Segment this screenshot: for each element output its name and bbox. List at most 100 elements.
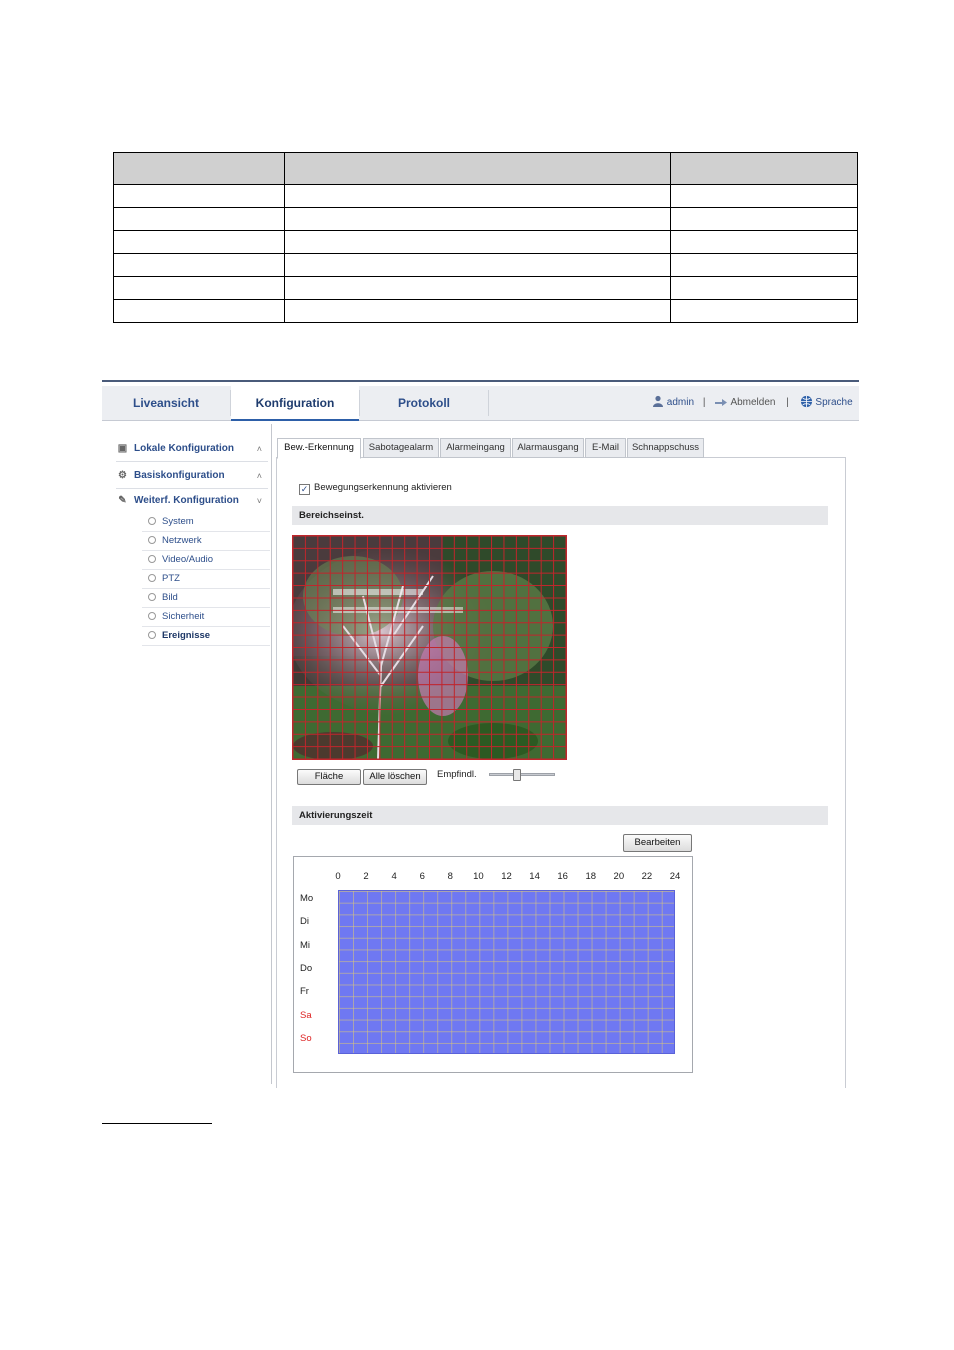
table-cell (670, 253, 858, 277)
sidebar-item-network[interactable]: Netzwerk (142, 531, 270, 551)
edit-button[interactable]: Bearbeiten (623, 834, 692, 852)
table-cell (670, 276, 858, 300)
monitor-icon: ▣ (117, 443, 128, 454)
sidebar-item-basic-config[interactable]: ⚙ Basiskonfiguration ˄ (116, 464, 268, 489)
table-row (113, 207, 858, 231)
nav-divider (488, 390, 489, 416)
tab-liveansicht[interactable]: Liveansicht (102, 386, 230, 420)
bullet-icon (148, 574, 156, 583)
sidebar-item-ptz[interactable]: PTZ (142, 569, 270, 589)
table-cell (284, 184, 671, 208)
username[interactable]: admin (667, 397, 694, 408)
sidebar-item-security[interactable]: Sicherheit (142, 607, 270, 627)
table-cell (113, 207, 285, 231)
sidebar-item-label: Lokale Konfiguration (134, 443, 234, 454)
table-header-row (113, 152, 858, 185)
table-cell (113, 230, 285, 254)
hour-label: 2 (363, 871, 369, 882)
sidebar-item-image[interactable]: Bild (142, 588, 270, 608)
table-header-cell (670, 152, 858, 185)
hour-label: 22 (641, 871, 653, 882)
language-link[interactable]: Sprache (815, 397, 852, 408)
activation-time-header: Aktivierungszeit (292, 806, 828, 825)
camera-config-ui: Liveansicht Konfiguration Protokoll admi… (102, 380, 859, 1088)
sidebar-item-system[interactable]: System (142, 512, 270, 532)
table-cell (284, 299, 671, 323)
bullet-icon (148, 631, 156, 640)
table-cell (670, 207, 858, 231)
bullet-icon (148, 517, 156, 526)
bullet-icon (148, 536, 156, 545)
sidebar-item-label: Sicherheit (162, 611, 205, 622)
table-cell (284, 276, 671, 300)
sidebar-item-label: System (162, 516, 194, 527)
sidebar-item-label: Bild (162, 592, 178, 603)
subtab-alarm-output[interactable]: Alarmausgang (512, 438, 584, 458)
sidebar-item-label: Netzwerk (162, 535, 202, 546)
day-label: Do (300, 962, 313, 974)
bullet-icon (148, 555, 156, 564)
area-button[interactable]: Fläche (297, 769, 361, 785)
subtab-alarm-input[interactable]: Alarmeingang (440, 438, 511, 458)
sensitivity-label: Empfindl. (437, 769, 477, 780)
sidebar-item-advanced-config[interactable]: ✎ Weiterf. Konfiguration ˅ (116, 489, 268, 513)
table-row (113, 230, 858, 254)
gear-icon: ⚙ (118, 470, 127, 481)
table-header-cell (113, 152, 285, 185)
chevron-up-icon: ˄ (256, 471, 262, 481)
table-cell (670, 299, 858, 323)
sidebar-divider (271, 424, 272, 1084)
subtab-motion-detection[interactable]: Bew.-Erkennung (277, 438, 361, 459)
slider-thumb[interactable] (513, 769, 521, 781)
day-label: So (300, 1032, 312, 1044)
slider-track (489, 773, 555, 776)
sensitivity-slider[interactable] (489, 769, 555, 781)
table-row (113, 184, 858, 208)
day-label: Sa (300, 1009, 312, 1021)
table-row (113, 253, 858, 277)
table-cell (113, 184, 285, 208)
schedule-grid[interactable] (338, 890, 675, 1054)
top-border (102, 380, 859, 382)
table-row (113, 299, 858, 323)
table-cell (670, 230, 858, 254)
hour-label: 4 (391, 871, 397, 882)
camera-preview-image (293, 536, 566, 759)
camera-preview[interactable] (292, 535, 567, 760)
hour-label: 14 (529, 871, 540, 882)
tab-konfiguration[interactable]: Konfiguration (231, 386, 359, 421)
table-cell (113, 253, 285, 277)
sidebar-item-label: PTZ (162, 573, 180, 584)
sidebar-item-local-config[interactable]: ▣ Lokale Konfiguration ˄ (116, 437, 268, 462)
tab-protokoll[interactable]: Protokoll (360, 386, 488, 420)
hour-label: 24 (669, 871, 681, 882)
user-icon (653, 395, 663, 407)
sidebar-item-label: Video/Audio (162, 554, 214, 565)
motion-enable-checkbox[interactable]: ✓ (299, 484, 310, 495)
area-settings-header: Bereichseinst. (292, 506, 828, 525)
hour-label: 16 (557, 871, 568, 882)
sidebar-item-label: Basiskonfiguration (134, 470, 225, 481)
footnote-separator (102, 1123, 212, 1124)
hour-label: 8 (447, 871, 453, 882)
schedule-panel: 0 2 4 6 8 10 12 14 16 18 20 22 24 Mo Di Mi Do Fr Sa So (293, 856, 693, 1073)
day-label: Mo (300, 893, 314, 904)
table-cell (284, 253, 671, 277)
hour-label: 6 (419, 871, 425, 882)
chevron-up-icon: ˄ (256, 444, 262, 454)
clear-all-button[interactable]: Alle löschen (363, 769, 427, 785)
logout-link[interactable]: Abmelden (730, 397, 775, 408)
day-label: Di (300, 916, 309, 928)
subtab-tamper-alarm[interactable]: Sabotagealarm (363, 438, 439, 458)
subtab-email[interactable]: E-Mail (585, 438, 626, 458)
sidebar-item-video-audio[interactable]: Video/Audio (142, 550, 270, 570)
table-header-cell (284, 152, 671, 185)
document-table (113, 152, 858, 323)
subtab-snapshot[interactable]: Schnappschuss (627, 438, 704, 458)
table-cell (284, 207, 671, 231)
hour-label: 0 (335, 871, 341, 882)
motion-enable-label: Bewegungserkennung aktivieren (314, 482, 452, 493)
sidebar-item-events[interactable]: Ereignisse (142, 626, 270, 646)
bullet-icon (148, 593, 156, 602)
logout-icon (715, 399, 728, 406)
